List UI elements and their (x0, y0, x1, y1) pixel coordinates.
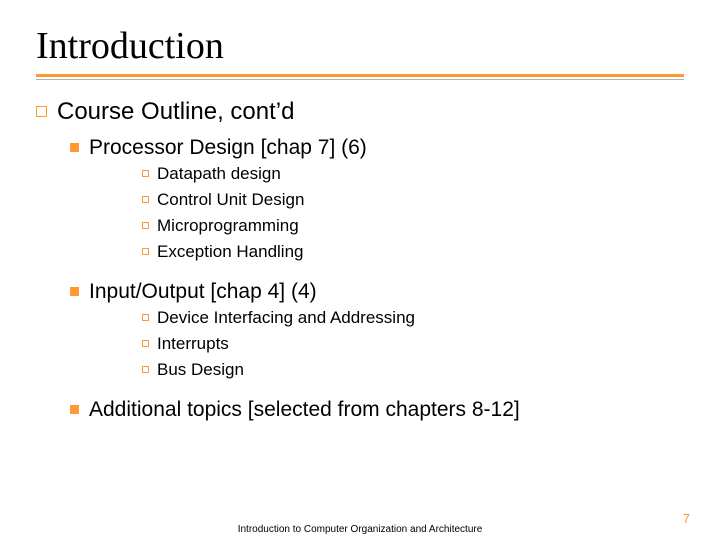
footer-title: Introduction to Computer Organization an… (0, 524, 720, 535)
outline-item-lvl3: Microprogramming (142, 215, 684, 238)
bullet-hollow-sm-icon (142, 366, 149, 373)
outline-item-lvl3: Exception Handling (142, 241, 684, 264)
lvl1-label: Course Outline, cont’d (57, 98, 294, 125)
slide: Introduction Course Outline, cont’d Proc… (0, 0, 720, 540)
bullet-hollow-sm-icon (142, 314, 149, 321)
bullet-hollow-sm-icon (142, 170, 149, 177)
lvl2-heading: Processor Design [chap 7] (6) (89, 136, 367, 159)
outline-item-lvl3: Device Interfacing and Addressing (142, 307, 684, 330)
bullet-solid-icon (70, 405, 79, 414)
lvl2-heading: Input/Output [chap 4] (4) (89, 280, 317, 303)
outline-item-lvl2: Additional topics [selected from chapter… (70, 398, 684, 422)
outline-item-lvl2: Processor Design [chap 7] (6) Datapath d… (70, 136, 684, 264)
content-outline: Course Outline, cont’d Processor Design … (36, 98, 684, 422)
bullet-hollow-sm-icon (142, 196, 149, 203)
lvl3-label: Interrupts (157, 334, 229, 353)
outline-item-lvl3: Bus Design (142, 359, 684, 382)
slide-title: Introduction (36, 24, 684, 68)
lvl3-label: Exception Handling (157, 242, 303, 261)
outline-item-lvl2: Input/Output [chap 4] (4) Device Interfa… (70, 280, 684, 382)
outline-item-lvl1: Course Outline, cont’d Processor Design … (36, 98, 684, 422)
bullet-solid-icon (70, 287, 79, 296)
lvl3-label: Microprogramming (157, 216, 299, 235)
page-number: 7 (683, 511, 690, 526)
title-rule (36, 74, 684, 80)
outline-item-lvl3: Control Unit Design (142, 189, 684, 212)
bullet-solid-icon (70, 143, 79, 152)
bullet-hollow-icon (36, 106, 47, 117)
outline-item-lvl3: Datapath design (142, 163, 684, 186)
lvl3-label: Datapath design (157, 164, 281, 183)
bullet-hollow-sm-icon (142, 222, 149, 229)
bullet-hollow-sm-icon (142, 340, 149, 347)
lvl2-heading: Additional topics [selected from chapter… (89, 398, 520, 421)
bullet-hollow-sm-icon (142, 248, 149, 255)
lvl3-label: Bus Design (157, 360, 244, 379)
outline-item-lvl3: Interrupts (142, 333, 684, 356)
lvl3-label: Control Unit Design (157, 190, 304, 209)
lvl3-label: Device Interfacing and Addressing (157, 308, 415, 327)
